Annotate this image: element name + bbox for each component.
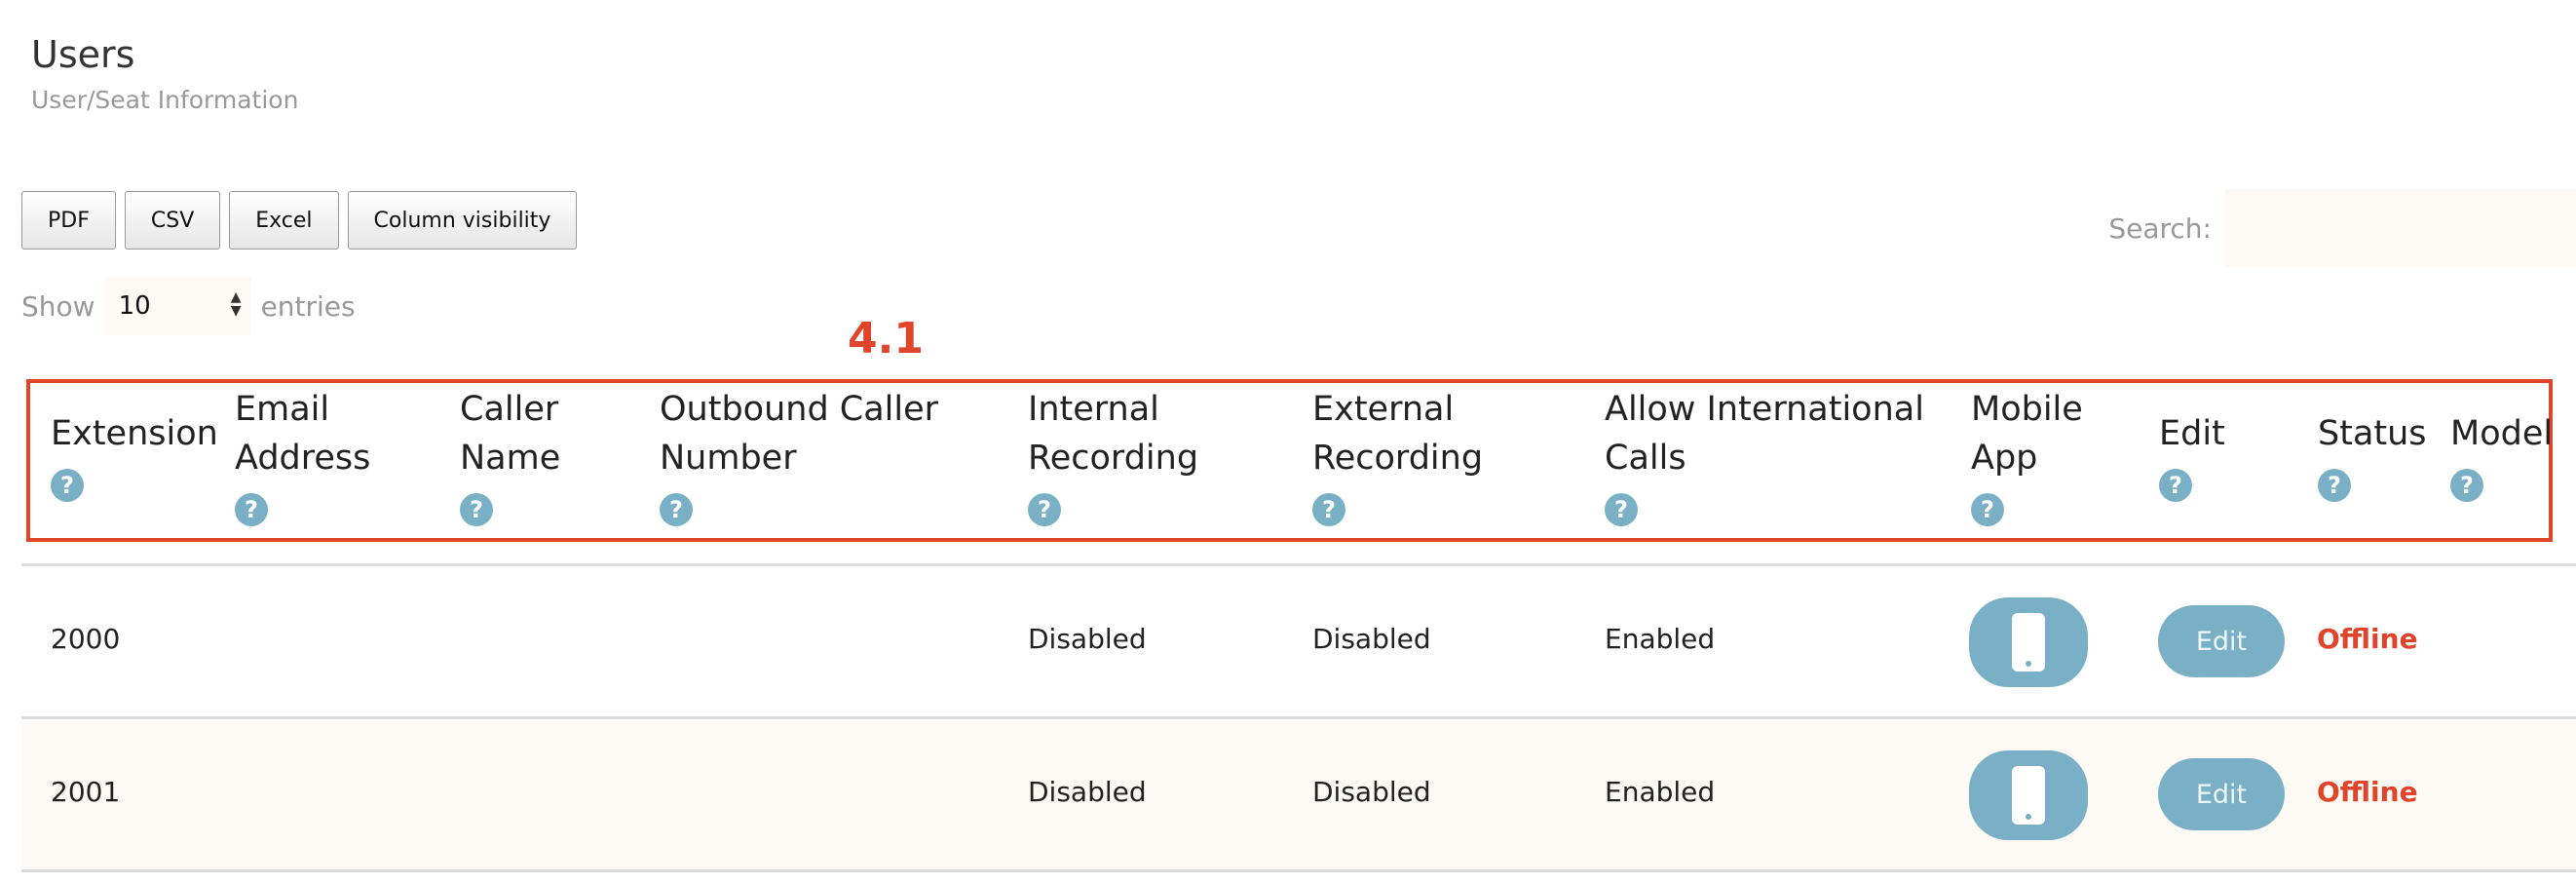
cell-extension: 2000 [51,623,121,655]
export-buttons: PDF CSV Excel Column visibility [21,191,578,250]
mobile-phone-icon [2012,766,2045,825]
entries-length-control: Show 10 ▲ ▼ entries [21,277,356,335]
table-row: 2001 Disabled Disabled Enabled Edit Offl… [21,719,2576,869]
cell-international: Enabled [1605,623,1716,655]
column-header-allow-international-calls[interactable]: Allow International Calls ? [1605,385,1936,531]
column-header-mobile-app[interactable]: Mobile App ? [1971,385,2098,531]
help-icon[interactable]: ? [235,493,268,526]
help-icon[interactable]: ? [1971,493,2004,526]
column-header-external-recording[interactable]: External Recording ? [1312,385,1527,531]
help-icon[interactable]: ? [460,493,493,526]
column-header-model[interactable]: Model ? [2450,409,2557,507]
help-icon[interactable]: ? [2450,469,2483,502]
annotation-label: 4.1 [848,314,924,364]
page-subtitle: User/Seat Information [31,86,299,114]
entries-select-value: 10 [118,291,151,321]
status-badge: Offline [2317,623,2418,655]
entries-label: entries [260,289,356,323]
cell-extension: 2001 [51,776,121,808]
show-label: Show [21,289,95,323]
search-input[interactable] [2225,189,2576,267]
help-icon[interactable]: ? [2318,469,2351,502]
column-header-caller-name[interactable]: Caller Name ? [460,385,606,531]
mobile-app-button[interactable] [1969,597,2088,687]
entries-select[interactable]: 10 ▲ ▼ [104,277,251,335]
excel-export-button[interactable]: Excel [229,191,339,250]
csv-export-button[interactable]: CSV [124,191,221,250]
cell-external-recording: Disabled [1312,623,1431,655]
users-page: Users User/Seat Information PDF CSV Exce… [0,0,2576,883]
table-row: 2000 Disabled Disabled Enabled Edit Offl… [21,566,2576,716]
help-icon[interactable]: ? [51,469,84,502]
column-header-outbound-caller-number[interactable]: Outbound Caller Number ? [660,385,952,531]
select-arrows-icon: ▲ ▼ [230,289,242,319]
column-header-label: Edit [2159,414,2225,453]
pdf-export-button[interactable]: PDF [21,191,116,250]
column-header-extension[interactable]: Extension ? [51,409,226,507]
column-header-label: Internal Recording [1028,390,1199,478]
column-header-label: External Recording [1312,390,1484,478]
help-icon[interactable]: ? [660,493,693,526]
column-header-label: Caller Name [460,390,561,478]
help-icon[interactable]: ? [2159,469,2192,502]
cell-international: Enabled [1605,776,1716,808]
column-header-edit[interactable]: Edit ? [2159,409,2256,507]
help-icon[interactable]: ? [1028,493,1061,526]
column-header-label: Extension [51,414,218,453]
row-divider [21,869,2576,872]
help-icon[interactable]: ? [1312,493,1345,526]
status-badge: Offline [2317,776,2418,808]
column-header-label: Email Address [235,390,371,478]
search-area: Search: [2108,189,2576,267]
column-visibility-button[interactable]: Column visibility [347,191,578,250]
column-header-internal-recording[interactable]: Internal Recording ? [1028,385,1242,531]
cell-internal-recording: Disabled [1028,623,1147,655]
column-header-label: Outbound Caller Number [660,390,939,478]
help-icon[interactable]: ? [1605,493,1638,526]
column-header-email[interactable]: Email Address ? [235,385,430,531]
mobile-app-button[interactable] [1969,750,2088,840]
edit-button[interactable]: Edit [2158,758,2285,830]
cell-internal-recording: Disabled [1028,776,1147,808]
cell-external-recording: Disabled [1312,776,1431,808]
column-header-label: Model [2450,414,2554,453]
column-header-label: Mobile App [1971,390,2083,478]
column-header-label: Allow International Calls [1605,390,1924,478]
column-header-status[interactable]: Status ? [2318,409,2435,507]
search-label: Search: [2108,211,2212,245]
edit-button[interactable]: Edit [2158,605,2285,677]
column-header-label: Status [2318,414,2427,453]
mobile-phone-icon [2012,613,2045,672]
page-title: Users [31,33,135,76]
